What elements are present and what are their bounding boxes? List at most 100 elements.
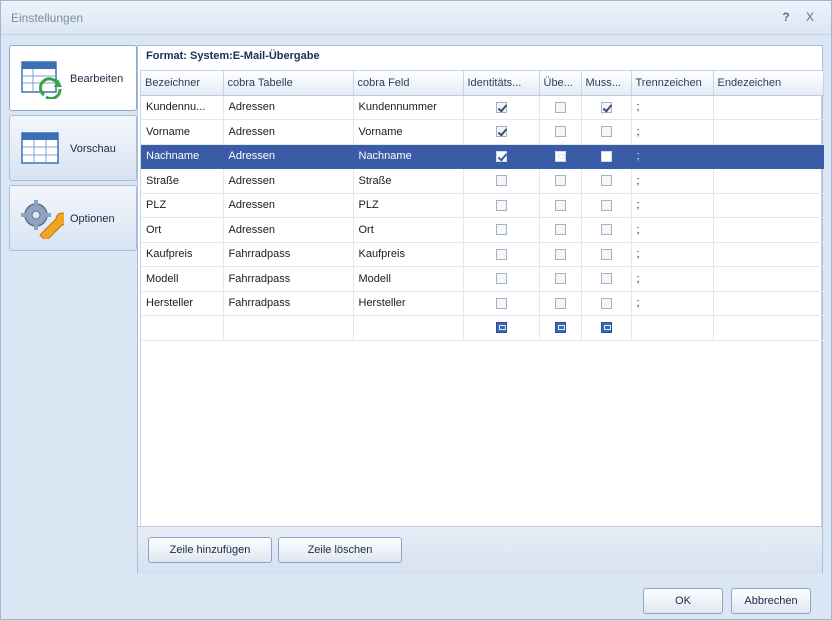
cell-tabelle[interactable]: Fahrradpass — [223, 242, 354, 267]
cell-trenn[interactable]: ; — [631, 242, 714, 267]
cell-ende[interactable] — [713, 217, 824, 243]
checkbox-ueber[interactable] — [554, 322, 566, 334]
checkbox-ueber[interactable] — [554, 126, 566, 138]
cell-trenn[interactable]: ; — [631, 291, 714, 316]
cell-ende[interactable] — [713, 119, 824, 145]
cell-feld[interactable]: Ort — [353, 217, 464, 243]
close-button[interactable]: X — [801, 8, 819, 26]
column-header[interactable]: Trennzeichen — [631, 71, 714, 96]
cell-bezeichner[interactable]: Ort — [141, 217, 224, 243]
cell-ende[interactable] — [713, 95, 824, 120]
cell-bezeichner[interactable]: Hersteller — [141, 291, 224, 316]
column-header[interactable]: Muss... — [581, 71, 632, 96]
cell-ende[interactable] — [713, 193, 824, 218]
table-row[interactable]: Straße Adressen Straße; — [141, 168, 824, 194]
table-row[interactable]: Hersteller Fahrradpass Hersteller; — [141, 291, 824, 316]
cell-feld[interactable]: Kaufpreis — [353, 242, 464, 267]
cell-trenn[interactable]: ; — [631, 144, 714, 169]
cell-trenn[interactable]: ; — [631, 119, 714, 145]
cell-feld[interactable]: Kundennummer — [353, 95, 464, 120]
cell-bezeichner[interactable] — [141, 315, 224, 341]
checkbox-muss[interactable] — [600, 273, 612, 285]
cell-tabelle[interactable]: Fahrradpass — [223, 291, 354, 316]
checkbox-ident[interactable] — [495, 224, 507, 236]
cancel-button[interactable]: Abbrechen — [731, 588, 811, 614]
cell-trenn[interactable]: ; — [631, 266, 714, 292]
cell-trenn[interactable]: ; — [631, 193, 714, 218]
checkbox-ident[interactable] — [495, 199, 507, 211]
cell-tabelle[interactable]: Adressen — [223, 95, 354, 120]
cell-ende[interactable] — [713, 266, 824, 292]
cell-bezeichner[interactable]: Modell — [141, 266, 224, 292]
checkbox-ueber[interactable] — [554, 175, 566, 187]
checkbox-ueber[interactable] — [554, 199, 566, 211]
checkbox-muss[interactable] — [600, 248, 612, 260]
add-row-button[interactable]: Zeile hinzufügen — [148, 537, 272, 563]
cell-bezeichner[interactable]: Straße — [141, 168, 224, 194]
cell-feld[interactable]: PLZ — [353, 193, 464, 218]
cell-bezeichner[interactable]: Nachname — [141, 144, 224, 169]
checkbox-muss[interactable] — [600, 150, 612, 162]
checkbox-ident[interactable] — [495, 297, 507, 309]
cell-ende[interactable] — [713, 315, 824, 341]
checkbox-ueber[interactable] — [554, 150, 566, 162]
cell-feld[interactable] — [353, 315, 464, 341]
cell-tabelle[interactable]: Adressen — [223, 119, 354, 145]
checkbox-ident[interactable] — [495, 175, 507, 187]
column-header[interactable]: cobra Tabelle — [223, 71, 354, 96]
checkbox-muss[interactable] — [600, 297, 612, 309]
checkbox-muss[interactable] — [600, 126, 612, 138]
field-mapping-grid[interactable]: Bezeichner cobra Tabelle cobra Feld Iden… — [140, 70, 824, 562]
column-header[interactable]: cobra Feld — [353, 71, 464, 96]
cell-tabelle[interactable]: Fahrradpass — [223, 266, 354, 292]
cell-tabelle[interactable]: Adressen — [223, 144, 354, 169]
column-header[interactable]: Bezeichner — [141, 71, 224, 96]
nav-item-bearbeiten[interactable]: Bearbeiten — [9, 45, 137, 111]
table-row[interactable]: Ort Adressen Ort; — [141, 217, 824, 243]
cell-feld[interactable]: Straße — [353, 168, 464, 194]
cell-trenn[interactable]: ; — [631, 168, 714, 194]
cell-ende[interactable] — [713, 168, 824, 194]
cell-ende[interactable] — [713, 242, 824, 267]
checkbox-muss[interactable] — [600, 199, 612, 211]
checkbox-ueber[interactable] — [554, 248, 566, 260]
table-row[interactable]: Nachname Adressen Nachname; — [141, 144, 824, 169]
cell-tabelle[interactable]: Adressen — [223, 168, 354, 194]
cell-feld[interactable]: Vorname — [353, 119, 464, 145]
cell-bezeichner[interactable]: PLZ — [141, 193, 224, 218]
column-header[interactable]: Übe... — [539, 71, 582, 96]
checkbox-muss[interactable] — [600, 101, 612, 113]
help-button[interactable]: ? — [777, 8, 795, 26]
cell-trenn[interactable]: ; — [631, 217, 714, 243]
checkbox-muss[interactable] — [600, 322, 612, 334]
checkbox-ident[interactable] — [495, 150, 507, 162]
cell-tabelle[interactable]: Adressen — [223, 217, 354, 243]
nav-item-optionen[interactable]: Optionen — [9, 185, 137, 251]
checkbox-ueber[interactable] — [554, 297, 566, 309]
cell-trenn[interactable]: ; — [631, 95, 714, 120]
table-row[interactable]: Modell Fahrradpass Modell; — [141, 266, 824, 292]
checkbox-muss[interactable] — [600, 175, 612, 187]
cell-bezeichner[interactable]: Vorname — [141, 119, 224, 145]
checkbox-ident[interactable] — [495, 322, 507, 334]
table-row[interactable]: Kaufpreis Fahrradpass Kaufpreis; — [141, 242, 824, 267]
table-row[interactable]: PLZ Adressen PLZ; — [141, 193, 824, 218]
cell-bezeichner[interactable]: Kaufpreis — [141, 242, 224, 267]
cell-tabelle[interactable]: Adressen — [223, 193, 354, 218]
checkbox-ident[interactable] — [495, 273, 507, 285]
nav-item-vorschau[interactable]: Vorschau — [9, 115, 137, 181]
checkbox-ueber[interactable] — [554, 273, 566, 285]
checkbox-muss[interactable] — [600, 224, 612, 236]
cell-ende[interactable] — [713, 144, 824, 169]
cell-feld[interactable]: Modell — [353, 266, 464, 292]
checkbox-ueber[interactable] — [554, 224, 566, 236]
table-row[interactable]: Vorname Adressen Vorname; — [141, 119, 824, 145]
cell-bezeichner[interactable]: Kundennu... — [141, 95, 224, 120]
checkbox-ident[interactable] — [495, 248, 507, 260]
checkbox-ident[interactable] — [495, 101, 507, 113]
column-header[interactable]: Identitäts... — [463, 71, 540, 96]
table-row[interactable]: Kundennu... Adressen Kundennummer; — [141, 95, 824, 120]
ok-button[interactable]: OK — [643, 588, 723, 614]
cell-feld[interactable]: Hersteller — [353, 291, 464, 316]
column-header[interactable]: Endezeichen — [713, 71, 824, 96]
